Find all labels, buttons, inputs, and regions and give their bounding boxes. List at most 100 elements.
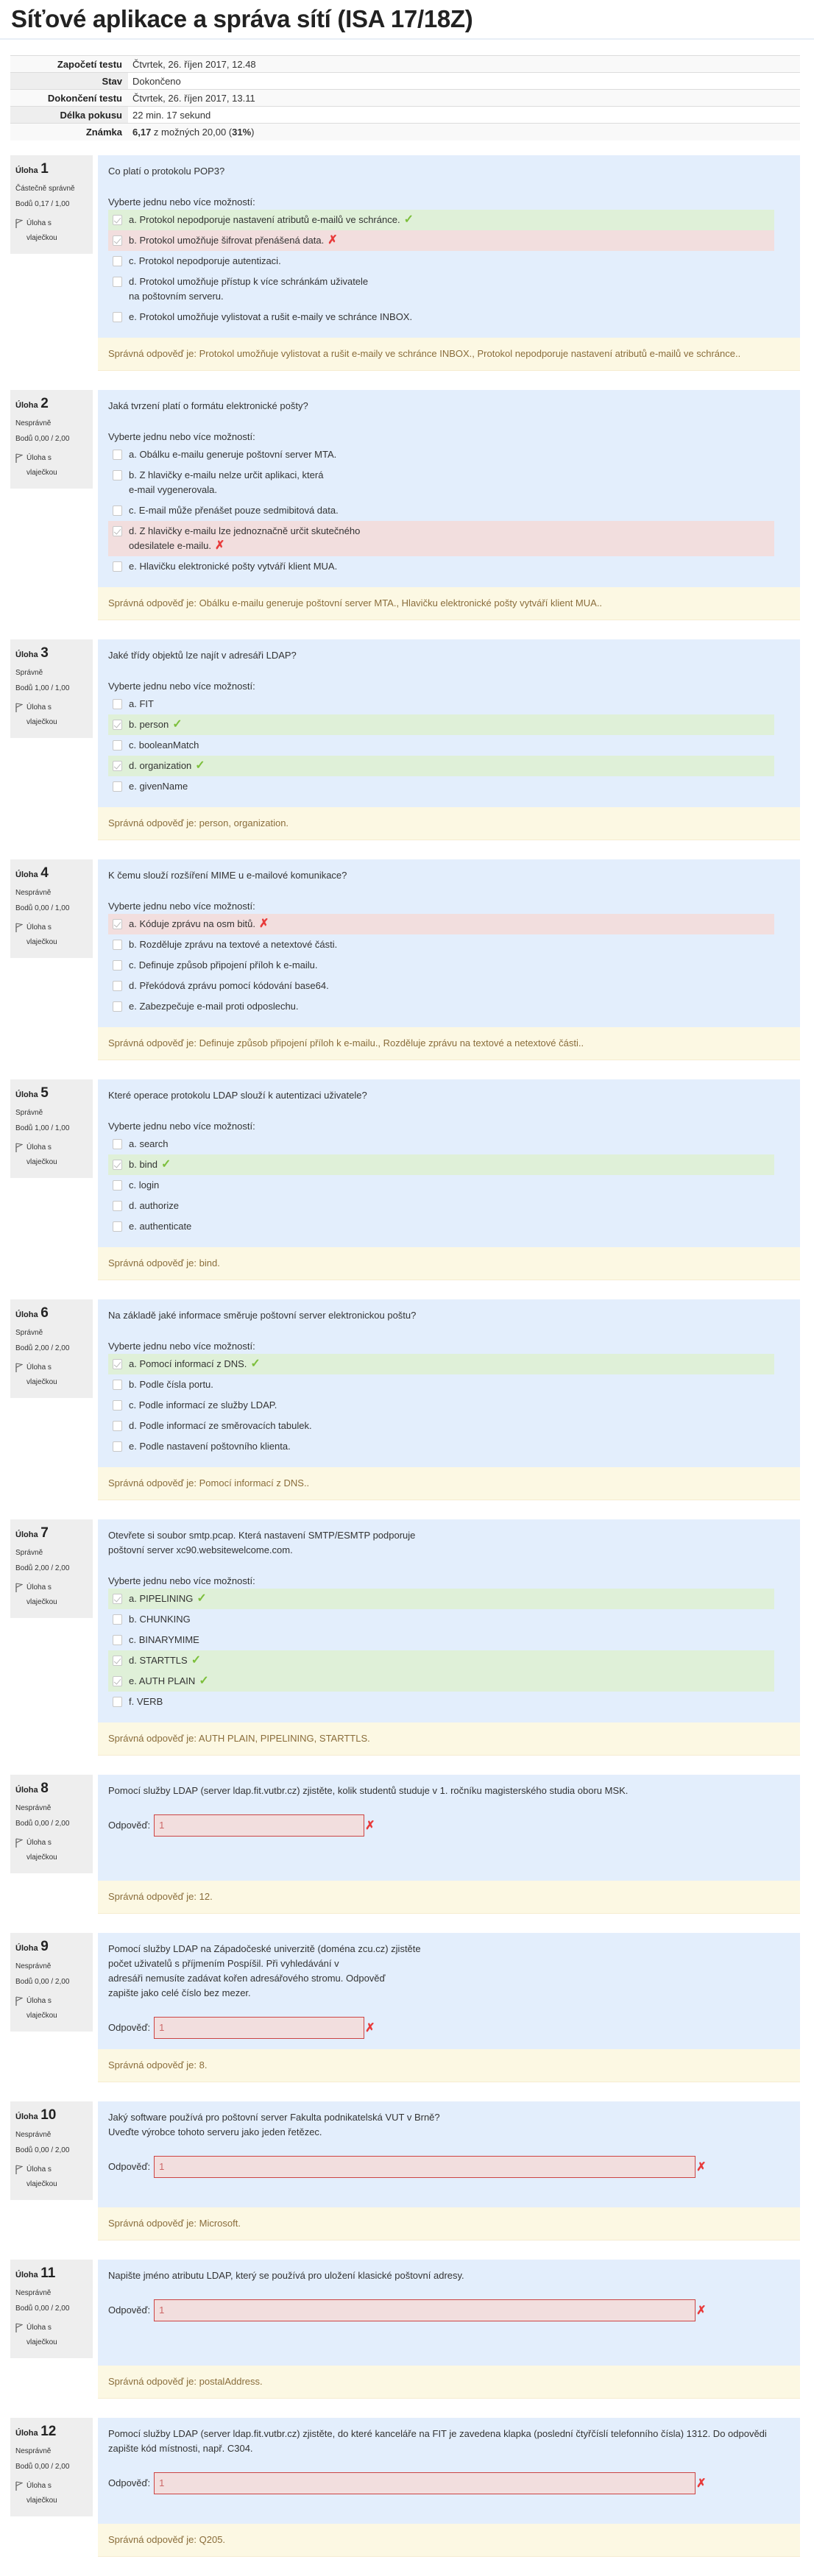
option-checkbox[interactable] (113, 1221, 122, 1232)
option-checkbox[interactable] (113, 698, 122, 709)
option-text: a. PIPELINING (129, 1592, 194, 1604)
option-checkbox[interactable] (113, 959, 122, 971)
option-checkbox[interactable] (113, 235, 122, 246)
option-checkbox[interactable] (113, 214, 122, 225)
answer-option[interactable]: b. CHUNKING (108, 1609, 774, 1630)
flag-question-toggle[interactable]: Úloha s vlaječkou (15, 1360, 88, 1390)
answer-option[interactable]: c. Podle informací ze služby LDAP. (108, 1395, 774, 1416)
flag-question-toggle[interactable]: Úloha s vlaječkou (15, 700, 88, 730)
option-checkbox[interactable] (113, 1399, 122, 1411)
option-checkbox[interactable] (113, 1614, 122, 1625)
flag-icon (15, 1140, 24, 1170)
option-checkbox[interactable] (113, 1675, 122, 1686)
option-checkbox[interactable] (113, 719, 122, 730)
answer-option[interactable]: a. Protokol nepodporuje nastavení atribu… (108, 209, 774, 230)
option-label: d. Z hlavičky e-mailu lze jednoznačně ur… (129, 524, 360, 553)
answer-input[interactable] (154, 2016, 365, 2039)
flag-question-toggle[interactable]: Úloha s vlaječkou (15, 1140, 88, 1170)
option-checkbox[interactable] (113, 276, 122, 287)
option-checkbox[interactable] (113, 1441, 122, 1452)
option-checkbox[interactable] (113, 255, 122, 266)
answer-input[interactable] (154, 2472, 696, 2494)
option-checkbox[interactable] (113, 311, 122, 322)
option-checkbox[interactable] (113, 505, 122, 516)
flag-question-toggle[interactable]: Úloha s vlaječkou (15, 2162, 88, 2192)
answer-option[interactable]: e. AUTH PLAIN ✓ (108, 1670, 774, 1692)
option-checkbox[interactable] (113, 525, 122, 536)
answer-input[interactable] (154, 2299, 696, 2321)
answer-option[interactable]: d. Protokol umožňuje přístup k více schr… (108, 272, 774, 307)
question-grade: Bodů 0,00 / 1,00 (15, 904, 70, 912)
answer-option[interactable]: c. Protokol nepodporuje autentizaci. (108, 251, 774, 272)
option-label: d. authorize (129, 1199, 179, 1213)
answer-option[interactable]: b. Z hlavičky e-mailu nelze určit aplika… (108, 465, 774, 500)
answer-option[interactable]: d. Podle informací ze směrovacích tabule… (108, 1416, 774, 1436)
answer-option[interactable]: a. search (108, 1134, 774, 1154)
flag-question-toggle[interactable]: Úloha s vlaječkou (15, 920, 88, 950)
answer-option[interactable]: e. Protokol umožňuje vylistovat a rušit … (108, 307, 774, 327)
answer-option[interactable]: b. Podle čísla portu. (108, 1374, 774, 1395)
answer-option[interactable]: c. booleanMatch (108, 735, 774, 756)
answer-option[interactable]: b. bind ✓ (108, 1154, 774, 1175)
answer-option[interactable]: b. person ✓ (108, 714, 774, 735)
question-text: Které operace protokolu LDAP slouží k au… (108, 1089, 367, 1101)
answer-input[interactable] (154, 1814, 365, 1837)
answer-option[interactable]: a. Obálku e-mailu generuje poštovní serv… (108, 444, 774, 465)
answer-option[interactable]: a. Kóduje zprávu na osm bitů. ✗ (108, 913, 774, 934)
answer-option[interactable]: c. BINARYMIME (108, 1630, 774, 1650)
answer-option[interactable]: d. STARTTLS ✓ (108, 1650, 774, 1671)
option-text: b. Podle čísla portu. (129, 1378, 213, 1390)
answer-option[interactable]: e. givenName (108, 776, 774, 797)
flag-question-toggle[interactable]: Úloha s vlaječkou (15, 451, 88, 480)
flag-icon (15, 700, 24, 730)
option-checkbox[interactable] (113, 449, 122, 460)
option-checkbox[interactable] (113, 980, 122, 991)
answer-option[interactable]: c. E-mail může přenášet pouze sedmibitov… (108, 500, 774, 521)
answer-input[interactable] (154, 2155, 696, 2178)
flag-question-toggle[interactable]: Úloha s vlaječkou (15, 2321, 88, 2350)
answer-option[interactable]: e. Podle nastavení poštovního klienta. (108, 1436, 774, 1457)
summary-value: 6,17 z možných 20,00 (31%) (128, 124, 800, 141)
option-checkbox[interactable] (113, 1179, 122, 1191)
answer-option[interactable]: b. Protokol umožňuje šifrovat přenášená … (108, 230, 774, 251)
option-checkbox[interactable] (113, 1696, 122, 1707)
answer-option[interactable]: d. Překódová zprávu pomocí kódování base… (108, 976, 774, 996)
option-checkbox[interactable] (113, 561, 122, 572)
question-content: Otevřete si soubor smtp.pcap. Která nast… (98, 1519, 800, 1756)
option-checkbox[interactable] (113, 1420, 122, 1431)
answer-option[interactable]: b. Rozděluje zprávu na textové a netexto… (108, 934, 774, 955)
answer-option[interactable]: f. VERB (108, 1692, 774, 1712)
answer-option[interactable]: e. Zabezpečuje e-mail proti odposlechu. (108, 996, 774, 1017)
option-checkbox[interactable] (113, 1001, 122, 1012)
option-checkbox[interactable] (113, 1159, 122, 1170)
answer-option[interactable]: d. organization ✓ (108, 755, 774, 776)
flag-question-toggle[interactable]: Úloha s vlaječkou (15, 1580, 88, 1610)
option-checkbox[interactable] (113, 1593, 122, 1604)
flag-question-toggle[interactable]: Úloha s vlaječkou (15, 2479, 88, 2508)
option-checkbox[interactable] (113, 781, 122, 792)
answer-option[interactable]: e. authenticate (108, 1216, 774, 1237)
option-checkbox[interactable] (113, 1358, 122, 1369)
option-checkbox[interactable] (113, 1138, 122, 1149)
answer-option[interactable]: c. login (108, 1175, 774, 1196)
flag-question-toggle[interactable]: Úloha s vlaječkou (15, 1994, 88, 2023)
option-checkbox[interactable] (113, 760, 122, 771)
option-checkbox[interactable] (113, 1655, 122, 1666)
option-checkbox[interactable] (113, 1200, 122, 1211)
option-checkbox[interactable] (113, 739, 122, 751)
option-checkbox[interactable] (113, 469, 122, 480)
option-checkbox[interactable] (113, 939, 122, 950)
option-checkbox[interactable] (113, 918, 122, 929)
answer-option[interactable]: e. Hlavičku elektronické pošty vytváří k… (108, 556, 774, 577)
answer-option[interactable]: a. Pomocí informací z DNS. ✓ (108, 1353, 774, 1374)
flag-question-toggle[interactable]: Úloha s vlaječkou (15, 1836, 88, 1865)
flag-question-toggle[interactable]: Úloha s vlaječkou (15, 216, 88, 246)
answer-option[interactable]: c. Definuje způsob připojení příloh k e-… (108, 955, 774, 976)
answer-option[interactable]: d. authorize (108, 1196, 774, 1216)
answer-option[interactable]: d. Z hlavičky e-mailu lze jednoznačně ur… (108, 520, 774, 556)
answer-option[interactable]: a. FIT (108, 694, 774, 714)
answer-option[interactable]: a. PIPELINING ✓ (108, 1588, 774, 1609)
option-checkbox[interactable] (113, 1634, 122, 1645)
question-number: Úloha 5 (15, 1085, 88, 1101)
option-checkbox[interactable] (113, 1379, 122, 1390)
